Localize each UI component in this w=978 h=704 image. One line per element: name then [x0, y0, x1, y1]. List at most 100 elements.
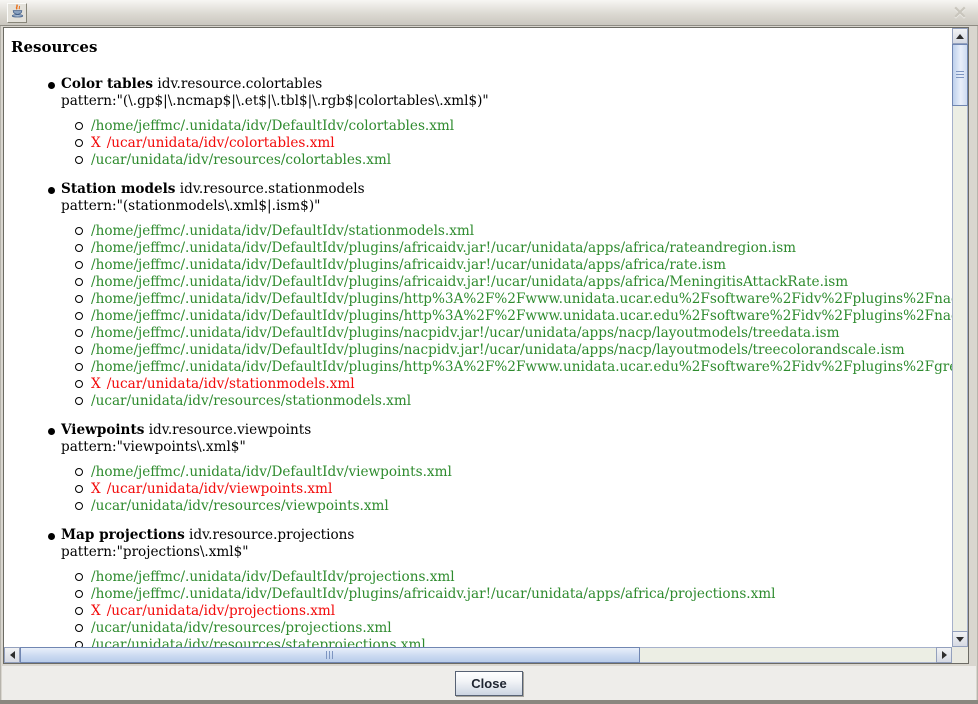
- resource-path-item: /home/jeffmc/.unidata/idv/DefaultIdv/plu…: [91, 586, 952, 603]
- missing-marker: X: [91, 481, 101, 497]
- arrow-right-icon: [942, 651, 947, 659]
- path-bullet-icon: [75, 502, 83, 510]
- resource-path-item: /home/jeffmc/.unidata/idv/DefaultIdv/plu…: [91, 342, 952, 359]
- horizontal-scrollbar-thumb[interactable]: [20, 647, 640, 663]
- resources-scrollpane: Resources Color tables idv.resource.colo…: [3, 27, 969, 664]
- resource-path-item: /ucar/unidata/idv/resources/projections.…: [91, 620, 952, 637]
- section-pattern: pattern:"viewpoints\.xml$": [61, 439, 952, 456]
- vertical-scrollbar[interactable]: [952, 28, 968, 647]
- resources-viewport: Resources Color tables idv.resource.colo…: [4, 28, 952, 647]
- path-bullet-icon: [75, 573, 83, 581]
- resource-sections-list: Color tables idv.resource.colortablespat…: [11, 76, 952, 647]
- resources-dialog-window: × Resources Color tables idv.resource.co…: [0, 0, 978, 704]
- path-bullet-icon: [75, 312, 83, 320]
- resource-section: Viewpoints idv.resource.viewpointspatter…: [61, 422, 952, 515]
- resource-path: /ucar/unidata/idv/resources/projections.…: [91, 620, 392, 636]
- resource-path: /home/jeffmc/.unidata/idv/DefaultIdv/vie…: [91, 464, 452, 480]
- resource-path: /home/jeffmc/.unidata/idv/DefaultIdv/plu…: [91, 257, 726, 273]
- path-bullet-icon: [75, 380, 83, 388]
- resource-path: /home/jeffmc/.unidata/idv/DefaultIdv/plu…: [91, 274, 848, 290]
- resource-section: Color tables idv.resource.colortablespat…: [61, 76, 952, 169]
- window-menu-button[interactable]: [7, 3, 27, 23]
- resource-path: /home/jeffmc/.unidata/idv/DefaultIdv/plu…: [91, 240, 796, 256]
- path-bullet-icon: [75, 227, 83, 235]
- window-close-icon[interactable]: ×: [948, 1, 972, 24]
- path-bullet-icon: [75, 156, 83, 164]
- scroll-down-button[interactable]: [952, 631, 968, 647]
- resource-path-item: /home/jeffmc/.unidata/idv/DefaultIdv/plu…: [91, 325, 952, 342]
- missing-marker: X: [91, 603, 101, 619]
- section-bullet-icon: [48, 533, 55, 540]
- resource-path-item: /home/jeffmc/.unidata/idv/DefaultIdv/sta…: [91, 223, 952, 240]
- section-resource-id: idv.resource.stationmodels: [180, 181, 365, 197]
- path-bullet-icon: [75, 122, 83, 130]
- arrow-down-icon: [956, 637, 964, 642]
- path-bullet-icon: [75, 468, 83, 476]
- resource-path-list: /home/jeffmc/.unidata/idv/DefaultIdv/col…: [61, 118, 952, 169]
- scroll-right-button[interactable]: [936, 647, 952, 663]
- vertical-scrollbar-thumb[interactable]: [952, 44, 968, 106]
- resource-path: /home/jeffmc/.unidata/idv/DefaultIdv/col…: [91, 118, 454, 134]
- resources-content: Resources Color tables idv.resource.colo…: [4, 28, 952, 647]
- path-bullet-icon: [75, 261, 83, 269]
- java-cup-icon: [10, 4, 25, 23]
- path-bullet-icon: [75, 590, 83, 598]
- section-pattern: pattern:"(stationmodels\.xml$|.ism$)": [61, 198, 952, 215]
- path-bullet-icon: [75, 624, 83, 632]
- resource-path-list: /home/jeffmc/.unidata/idv/DefaultIdv/vie…: [61, 464, 952, 515]
- resource-path-item: /home/jeffmc/.unidata/idv/DefaultIdv/plu…: [91, 274, 952, 291]
- scroll-up-button[interactable]: [952, 28, 968, 44]
- section-heading: Station models idv.resource.stationmodel…: [61, 181, 952, 198]
- resource-path-item: /home/jeffmc/.unidata/idv/DefaultIdv/plu…: [91, 308, 952, 325]
- resource-path-item: /home/jeffmc/.unidata/idv/DefaultIdv/plu…: [91, 240, 952, 257]
- dialog-button-panel: Close: [2, 666, 976, 700]
- resource-path-item: /home/jeffmc/.unidata/idv/DefaultIdv/plu…: [91, 257, 952, 274]
- section-pattern: pattern:"projections\.xml$": [61, 544, 952, 561]
- resource-path-list: /home/jeffmc/.unidata/idv/DefaultIdv/pro…: [61, 569, 952, 647]
- vertical-scrollbar-track[interactable]: [952, 44, 968, 631]
- resource-path: /home/jeffmc/.unidata/idv/DefaultIdv/plu…: [91, 359, 952, 375]
- path-bullet-icon: [75, 244, 83, 252]
- resource-path-item: X/ucar/unidata/idv/stationmodels.xml: [91, 376, 952, 393]
- path-bullet-icon: [75, 329, 83, 337]
- path-bullet-icon: [75, 346, 83, 354]
- section-name: Color tables: [61, 76, 153, 92]
- scrollbar-corner: [952, 647, 968, 663]
- resource-path: /home/jeffmc/.unidata/idv/DefaultIdv/plu…: [91, 308, 952, 324]
- resource-path: /ucar/unidata/idv/resources/stationmodel…: [91, 393, 411, 409]
- horizontal-scrollbar[interactable]: [4, 647, 952, 663]
- section-bullet-icon: [48, 82, 55, 89]
- resource-path: /home/jeffmc/.unidata/idv/DefaultIdv/plu…: [91, 586, 776, 602]
- resource-path-item: /home/jeffmc/.unidata/idv/DefaultIdv/pro…: [91, 569, 952, 586]
- window-titlebar[interactable]: ×: [0, 0, 978, 26]
- resource-path: /ucar/unidata/idv/colortables.xml: [107, 135, 335, 151]
- resource-path: /ucar/unidata/idv/stationmodels.xml: [107, 376, 355, 392]
- section-heading: Viewpoints idv.resource.viewpoints: [61, 422, 952, 439]
- section-pattern: pattern:"(\.gp$|\.ncmap$|\.et$|\.tbl$|\.…: [61, 93, 952, 110]
- resource-path: /home/jeffmc/.unidata/idv/DefaultIdv/pro…: [91, 569, 455, 585]
- close-button[interactable]: Close: [455, 671, 523, 696]
- section-bullet-icon: [48, 187, 55, 194]
- resource-path-item: /ucar/unidata/idv/resources/viewpoints.x…: [91, 498, 952, 515]
- arrow-up-icon: [956, 34, 964, 39]
- section-resource-id: idv.resource.colortables: [157, 76, 322, 92]
- resource-section: Map projections idv.resource.projections…: [61, 527, 952, 647]
- resource-path-item: X/ucar/unidata/idv/projections.xml: [91, 603, 952, 620]
- resource-path-item: X/ucar/unidata/idv/colortables.xml: [91, 135, 952, 152]
- resource-path-item: /home/jeffmc/.unidata/idv/DefaultIdv/plu…: [91, 359, 952, 376]
- section-resource-id: idv.resource.viewpoints: [149, 422, 312, 438]
- missing-marker: X: [91, 135, 101, 151]
- resource-path: /home/jeffmc/.unidata/idv/DefaultIdv/sta…: [91, 223, 474, 239]
- section-heading: Color tables idv.resource.colortables: [61, 76, 952, 93]
- resource-path-item: /ucar/unidata/idv/resources/stationmodel…: [91, 393, 952, 410]
- window-bottom-border: [0, 700, 978, 704]
- path-bullet-icon: [75, 397, 83, 405]
- section-heading: Map projections idv.resource.projections: [61, 527, 952, 544]
- scroll-left-button[interactable]: [4, 647, 20, 663]
- resource-path-item: /home/jeffmc/.unidata/idv/DefaultIdv/plu…: [91, 291, 952, 308]
- resource-path-item: /home/jeffmc/.unidata/idv/DefaultIdv/vie…: [91, 464, 952, 481]
- section-bullet-icon: [48, 428, 55, 435]
- resource-path-list: /home/jeffmc/.unidata/idv/DefaultIdv/sta…: [61, 223, 952, 410]
- path-bullet-icon: [75, 278, 83, 286]
- resource-path-item: /home/jeffmc/.unidata/idv/DefaultIdv/col…: [91, 118, 952, 135]
